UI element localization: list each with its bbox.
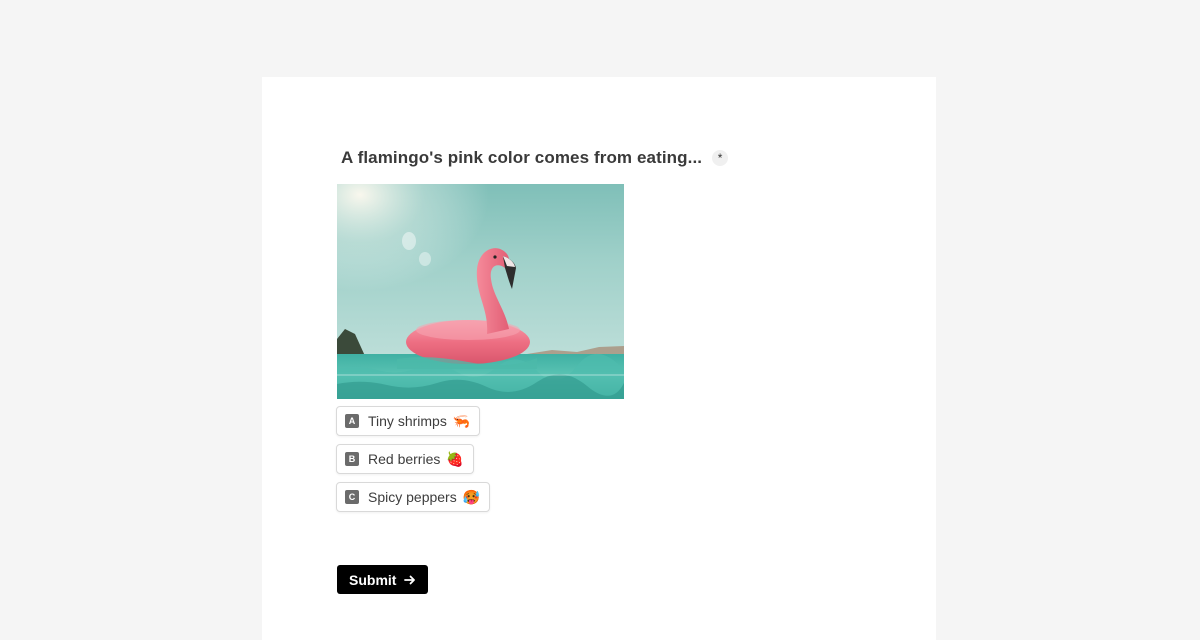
question-header: A flamingo's pink color comes from eatin…: [341, 148, 729, 168]
strawberry-icon: 🍓: [446, 450, 464, 467]
arrow-right-icon: [404, 575, 416, 584]
submit-label: Submit: [349, 571, 397, 588]
choice-label: Tiny shrimps: [368, 413, 447, 429]
hot-face-icon: 🥵: [462, 488, 481, 505]
question-image: [337, 184, 624, 399]
choice-list: A Tiny shrimps 🦐 B Red berries 🍓 C Spicy…: [336, 406, 491, 512]
choice-a[interactable]: A Tiny shrimps 🦐: [336, 406, 481, 436]
choice-label: Spicy peppers: [368, 489, 457, 505]
required-asterisk: *: [712, 150, 729, 166]
choice-key-badge: B: [345, 452, 359, 466]
choice-key-badge: C: [345, 490, 359, 504]
submit-button[interactable]: Submit: [337, 565, 429, 594]
choice-label: Red berries: [368, 451, 441, 467]
question-title: A flamingo's pink color comes from eatin…: [341, 148, 703, 167]
choice-c[interactable]: C Spicy peppers 🥵: [336, 482, 491, 512]
form-card: A flamingo's pink color comes from eatin…: [262, 77, 936, 640]
choice-b[interactable]: B Red berries 🍓: [336, 444, 474, 474]
choice-key-badge: A: [345, 414, 359, 428]
shrimp-icon: 🦐: [452, 412, 471, 429]
flamingo-photo: [337, 184, 624, 399]
